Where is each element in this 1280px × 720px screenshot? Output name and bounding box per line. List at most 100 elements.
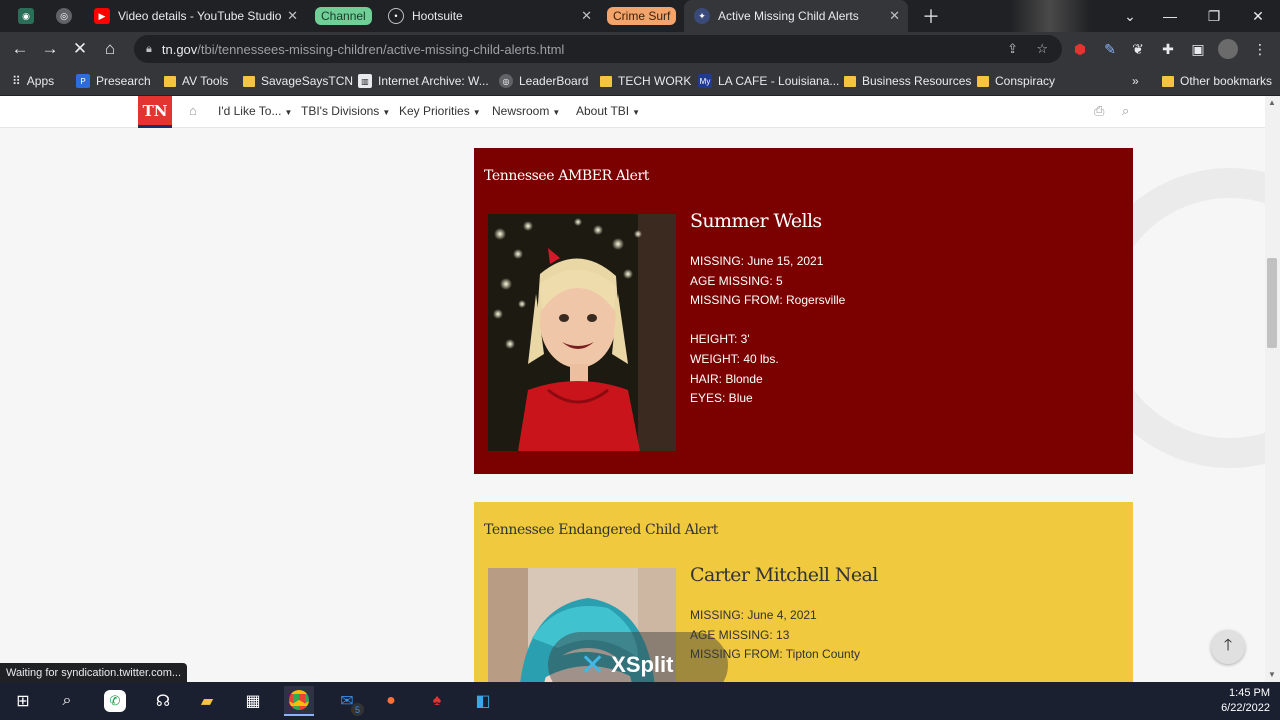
menu-kebab-icon[interactable]: ⋮ — [1250, 39, 1270, 59]
mail-icon[interactable]: ✉ 5 — [332, 686, 364, 716]
home-icon[interactable]: ⌂ — [189, 103, 197, 118]
status-bubble: Waiting for syndication.twitter.com... — [0, 663, 188, 683]
start-windows-icon[interactable]: ⊞ — [8, 686, 38, 716]
detail-spacer — [690, 311, 845, 331]
close-tab-icon[interactable]: ✕ — [581, 8, 592, 24]
clock-time: 1:45 PM — [1229, 687, 1270, 699]
tab-group-crime-surf[interactable]: Crime Surf — [604, 0, 678, 32]
tab-group-channel[interactable]: Channel — [312, 0, 374, 32]
address-bar[interactable]: 🔒︎ tn.gov/tbi/tennessees-missing-childre… — [134, 35, 1062, 63]
extension-pen-icon[interactable]: ✎ — [1100, 39, 1120, 59]
scroll-down-arrow-icon[interactable]: ▼ — [1268, 670, 1276, 679]
caret-down-icon: ▼ — [284, 108, 293, 117]
xsplit-label: XSplit — [611, 652, 674, 677]
bookmark-label: LA CAFE - Louisiana... — [718, 74, 840, 88]
extension-animal-icon[interactable]: ❦ — [1128, 39, 1148, 59]
hair: HAIR: Blonde — [690, 371, 763, 386]
app-icon[interactable]: ♠ — [422, 686, 452, 716]
scroll-up-arrow-icon[interactable]: ▲ — [1268, 98, 1276, 107]
phone-link-icon[interactable]: ✆ — [100, 686, 130, 716]
cortana-headset-icon[interactable]: ☊ — [148, 686, 178, 716]
nav-newsroom[interactable]: Newsroom ▼ — [492, 104, 560, 118]
firefox-icon[interactable]: ● — [376, 686, 406, 716]
new-tab-button[interactable]: ＋ — [912, 0, 944, 32]
tab-globe[interactable]: ◎ — [46, 0, 82, 32]
nav-key-priorities[interactable]: Key Priorities ▼ — [399, 104, 481, 118]
back-to-top-button[interactable]: 🡑 — [1211, 630, 1245, 664]
folder-icon — [164, 75, 176, 87]
clock-date: 6/22/2022 — [1221, 702, 1270, 714]
back-button[interactable]: ← — [8, 37, 32, 61]
apps-grid-icon: ⠿ — [12, 74, 21, 88]
tab-search-chevron-icon[interactable]: ⌄ — [1108, 0, 1152, 32]
minimize-button[interactable]: — — [1148, 0, 1192, 32]
caret-down-icon: ▼ — [382, 108, 391, 117]
extension-shield-icon[interactable]: ⬢ — [1070, 39, 1090, 59]
folder-icon — [1162, 75, 1174, 87]
search-icon[interactable]: ⌕ — [1122, 103, 1129, 119]
missing-date: MISSING: June 15, 2021 — [690, 254, 824, 268]
bookmarks-bar: ⠿ Apps P Presearch AV Tools SavageSaysTCN … — [0, 66, 1280, 96]
bookmark-tech-work[interactable]: TECH WORK — [600, 72, 691, 90]
share-icon[interactable]: ⇪ — [1007, 41, 1018, 57]
bookmark-conspiracy[interactable]: Conspiracy — [977, 72, 1055, 90]
browser-toolbar: ← → ✕ ⌂ 🔒︎ tn.gov/tbi/tennessees-missing… — [0, 32, 1280, 66]
tab-label: Active Missing Child Alerts — [718, 9, 859, 23]
tn-logo[interactable]: TN — [138, 96, 172, 128]
page-content: Tennessee AMBER Alert Summer Wells MISSI… — [0, 128, 1265, 682]
close-tab-icon[interactable]: ✕ — [287, 8, 298, 24]
bookmark-la-cafe[interactable]: My LA CAFE - Louisiana... — [698, 72, 839, 90]
nav-id-like-to[interactable]: I'd Like To... ▼ — [218, 104, 292, 118]
bookmark-other-bookmarks[interactable]: Other bookmarks — [1162, 72, 1272, 90]
bookmark-av-tools[interactable]: AV Tools — [164, 72, 228, 90]
bookmark-label: Business Resources — [862, 74, 972, 88]
maximize-button[interactable]: ❐ — [1192, 0, 1236, 32]
profile-avatar[interactable] — [1218, 39, 1238, 59]
missing-from: MISSING FROM: Rogersville — [690, 293, 846, 308]
bookmark-label: AV Tools — [182, 74, 229, 88]
nav-tbis-divisions[interactable]: TBI's Divisions ▼ — [301, 104, 390, 118]
home-button[interactable]: ⌂ — [98, 37, 122, 61]
bookmark-internet-archive[interactable]: ▥ Internet Archive: W... — [358, 72, 489, 90]
stop-loading-button[interactable]: ✕ — [68, 37, 92, 61]
bookmark-savagesaystcn[interactable]: SavageSaysTCN — [243, 72, 353, 90]
tab-search-icon[interactable]: ◉ — [8, 0, 44, 32]
close-tab-icon[interactable]: ✕ — [889, 8, 900, 24]
print-icon[interactable]: ⎙ — [1094, 103, 1104, 119]
chrome-icon[interactable] — [284, 686, 314, 716]
weight: WEIGHT: 40 lbs. — [690, 351, 779, 366]
bookmark-presearch[interactable]: P Presearch — [76, 72, 151, 90]
windows-taskbar: ⊞ ⌕ ✆ ☊ ▰ ▦ ✉ 5 ● ♠ ◧ 1:45 PM 6/22/2022 — [0, 682, 1280, 720]
site-nav: TN ⌂ I'd Like To... ▼ TBI's Divisions ▼ Ke… — [0, 96, 1265, 128]
close-window-button[interactable]: ✕ — [1236, 0, 1280, 32]
bookmark-apps[interactable]: ⠿ Apps — [12, 72, 54, 90]
tab-hootsuite[interactable]: • Hootsuite ✕ — [378, 0, 600, 32]
nav-about-tbi[interactable]: About TBI ▼ — [576, 104, 640, 118]
tn-seal-icon: ✦ — [694, 8, 710, 24]
side-panel-icon[interactable]: ▣ — [1188, 39, 1208, 59]
page-scrollbar[interactable] — [1265, 96, 1280, 682]
my-icon: My — [698, 74, 712, 88]
child-name: Summer Wells — [690, 210, 822, 232]
scrollbar-thumb[interactable] — [1267, 258, 1277, 348]
tab-active-missing-child-alerts[interactable]: ✦ Active Missing Child Alerts ✕ — [684, 0, 908, 32]
missing-child-photo — [488, 214, 676, 451]
bookmark-star-icon[interactable]: ☆ — [1036, 41, 1048, 57]
bookmark-business-resources[interactable]: Business Resources — [844, 72, 971, 90]
bookmark-leaderboard[interactable]: ◎ LeaderBoard — [499, 72, 588, 90]
youtube-icon: ▶ — [94, 8, 110, 24]
xsplit-app-icon[interactable]: ◧ — [468, 686, 498, 716]
file-explorer-icon[interactable]: ▰ — [192, 686, 222, 716]
tab-youtube-studio[interactable]: ▶ Video details - YouTube Studio ✕ — [84, 0, 306, 32]
nav-label: I'd Like To... — [218, 104, 282, 118]
forward-button[interactable]: → — [38, 37, 62, 61]
system-clock[interactable]: 1:45 PM 6/22/2022 — [1221, 686, 1270, 716]
bookmark-label: Apps — [26, 74, 55, 88]
search-icon[interactable]: ⌕ — [52, 686, 82, 716]
extensions-puzzle-icon[interactable]: ✚ — [1158, 39, 1178, 59]
bookmarks-overflow-button[interactable]: » — [1132, 72, 1139, 90]
microsoft-store-icon[interactable]: ▦ — [238, 686, 268, 716]
mail-badge: 5 — [351, 703, 364, 716]
child-details: MISSING: June 15, 2021 AGE MISSING: 5 MI… — [690, 252, 845, 409]
theme-artwork — [1010, 0, 1090, 32]
